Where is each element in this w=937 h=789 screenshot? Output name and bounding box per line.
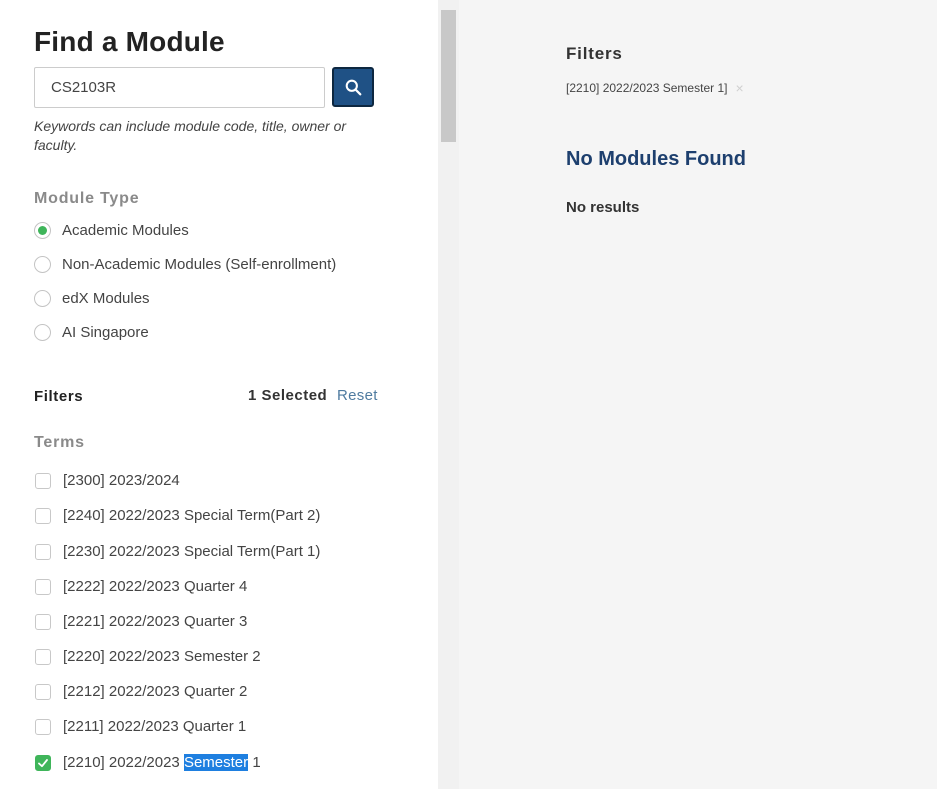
radio-academic-modules[interactable]: Academic Modules	[34, 222, 189, 239]
filters-label: Filters	[34, 388, 84, 405]
radio-selected-icon	[34, 222, 51, 239]
filter-sidebar: Find a Module Keywords can include modul…	[0, 0, 438, 789]
term-label: [2212] 2022/2023 Quarter 2	[63, 683, 248, 700]
scrollbar-thumb[interactable]	[441, 10, 456, 142]
term-label: [2300] 2023/2024	[63, 472, 180, 489]
scrollbar[interactable]	[438, 0, 459, 789]
radio-label: AI Singapore	[62, 324, 149, 341]
text-selection-highlight: Semester	[183, 754, 249, 771]
term-checkbox-row[interactable]: [2211] 2022/2023 Quarter 1	[35, 718, 246, 735]
search-input[interactable]	[34, 67, 325, 108]
reset-link[interactable]: Reset	[337, 387, 378, 404]
checkbox-unchecked-icon	[35, 472, 51, 489]
term-label: [2222] 2022/2023 Quarter 4	[63, 578, 248, 595]
term-checkbox-row[interactable]: [2300] 2023/2024	[35, 472, 180, 489]
active-filters-title: Filters	[566, 44, 623, 63]
term-checkbox-row-selected[interactable]: [2210] 2022/2023 Semester 1	[35, 754, 261, 771]
checkbox-unchecked-icon	[35, 543, 51, 560]
active-filter-label: [2210] 2022/2023 Semester 1]	[566, 81, 728, 95]
term-checkbox-row[interactable]: [2220] 2022/2023 Semester 2	[35, 648, 261, 665]
radio-non-academic-modules[interactable]: Non-Academic Modules (Self-enrollment)	[34, 256, 336, 273]
radio-unselected-icon	[34, 290, 51, 307]
radio-label: Non-Academic Modules (Self-enrollment)	[62, 256, 337, 273]
term-label-suffix: 1	[248, 754, 261, 771]
term-label: [2221] 2022/2023 Quarter 3	[63, 613, 248, 630]
radio-unselected-icon	[34, 256, 51, 273]
results-message: No results	[566, 199, 640, 216]
checkbox-unchecked-icon	[35, 718, 51, 735]
term-label: [2220] 2022/2023 Semester 2	[63, 648, 261, 665]
active-filter-chip: [2210] 2022/2023 Semester 1] ×	[566, 80, 744, 96]
term-checkbox-row[interactable]: [2240] 2022/2023 Special Term(Part 2)	[35, 507, 320, 524]
search-icon	[345, 79, 361, 95]
radio-edx-modules[interactable]: edX Modules	[34, 290, 150, 307]
radio-label: edX Modules	[62, 290, 150, 307]
terms-label: Terms	[34, 434, 85, 451]
close-icon[interactable]: ×	[735, 80, 743, 96]
term-label: [2230] 2022/2023 Special Term(Part 1)	[63, 543, 321, 560]
checkmark-icon	[35, 754, 51, 771]
results-heading: No Modules Found	[566, 148, 746, 170]
term-checkbox-row[interactable]: [2222] 2022/2023 Quarter 4	[35, 578, 247, 595]
checkbox-unchecked-icon	[35, 507, 51, 524]
checkbox-unchecked-icon	[35, 578, 51, 595]
results-panel	[459, 0, 937, 789]
checkbox-unchecked-icon	[35, 648, 51, 665]
term-label-prefix: [2210] 2022/2023	[63, 754, 184, 771]
checkbox-unchecked-icon	[35, 683, 51, 700]
term-checkbox-row[interactable]: [2212] 2022/2023 Quarter 2	[35, 683, 247, 700]
term-label: [2211] 2022/2023 Quarter 1	[63, 718, 247, 735]
module-type-label: Module Type	[34, 190, 140, 207]
radio-unselected-icon	[34, 324, 51, 341]
radio-label: Academic Modules	[62, 222, 189, 239]
search-hint: Keywords can include module code, title,…	[34, 118, 347, 153]
term-checkbox-row[interactable]: [2221] 2022/2023 Quarter 3	[35, 613, 247, 630]
selected-count: 1 Selected	[248, 387, 328, 404]
term-label: [2240] 2022/2023 Special Term(Part 2)	[63, 507, 321, 524]
checkbox-unchecked-icon	[35, 613, 51, 630]
search-button[interactable]	[332, 67, 374, 107]
radio-ai-singapore[interactable]: AI Singapore	[34, 324, 149, 341]
term-label: [2210] 2022/2023 Semester 1	[63, 754, 261, 771]
term-checkbox-row[interactable]: [2230] 2022/2023 Special Term(Part 1)	[35, 543, 320, 560]
page-title: Find a Module	[34, 26, 225, 57]
